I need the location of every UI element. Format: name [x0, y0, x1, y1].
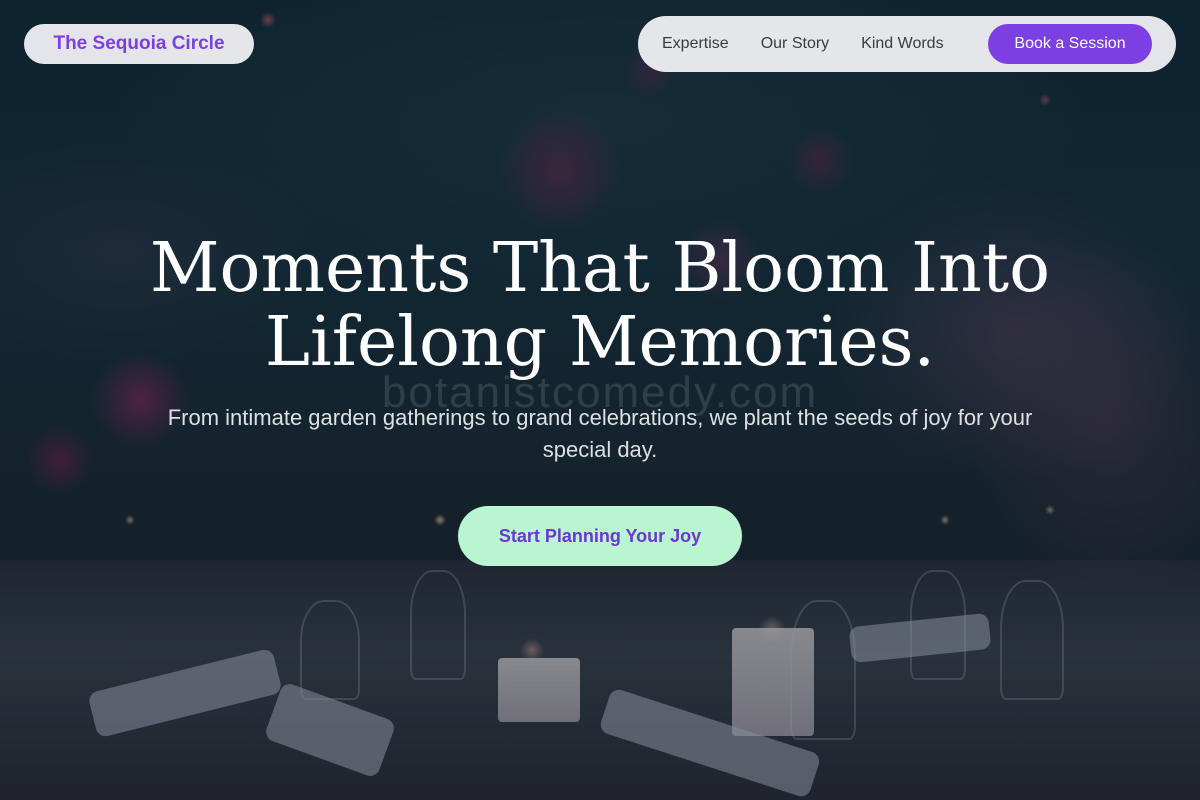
hero-headline: Moments That Bloom Into Lifelong Memorie…: [100, 232, 1100, 380]
main-nav: Expertise Our Story Kind Words Book a Se…: [638, 16, 1176, 72]
start-planning-button[interactable]: Start Planning Your Joy: [458, 506, 742, 566]
hero-section: The Sequoia Circle Expertise Our Story K…: [0, 0, 1200, 800]
nav-link-expertise[interactable]: Expertise: [662, 35, 729, 53]
book-session-button[interactable]: Book a Session: [988, 24, 1152, 64]
nav-link-our-story[interactable]: Our Story: [761, 35, 829, 53]
logo-link[interactable]: The Sequoia Circle: [24, 24, 254, 64]
hero-headline-line1: Moments That Bloom Into: [149, 229, 1051, 308]
nav-link-kind-words[interactable]: Kind Words: [861, 35, 943, 53]
brand-name: The Sequoia Circle: [53, 33, 225, 54]
hero-subheadline: From intimate garden gatherings to grand…: [167, 405, 1033, 462]
